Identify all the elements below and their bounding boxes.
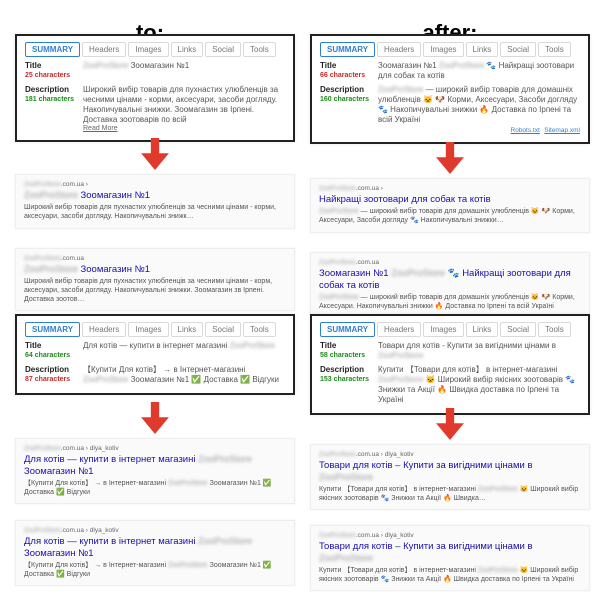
desc-value: Купити 【Товари для котів】 в інтернет-маг…	[378, 365, 580, 405]
tab-images[interactable]: Images	[423, 42, 463, 57]
serp-title[interactable]: Товари для котів – Купити за вигідними ц…	[319, 460, 581, 484]
serp-title[interactable]: ZooProStore Зоомагазин №1	[24, 264, 286, 276]
serp-desc: Широкий вибір товарів для пухнастих улюб…	[24, 278, 286, 304]
tab-images[interactable]: Images	[423, 322, 463, 337]
label-desc: Description	[25, 365, 69, 374]
serp-title[interactable]: Товари для котів – Купити за вигідними ц…	[319, 541, 581, 565]
label-title: Title	[320, 61, 336, 70]
tab-bar: SUMMARY Headers Images Links Social Tool…	[25, 322, 285, 337]
title-value: Для котів — купити в інтернет магазині Z…	[83, 341, 285, 361]
serp-desc: 【Купити Для котів】 → в Інтернет-магазині…	[24, 562, 286, 580]
serp-desc: ZooProStore — широкий вибір товарів для …	[319, 294, 581, 312]
serp-result: ZooProStore.com.ua › Найкращі зоотовари …	[310, 178, 590, 233]
tab-headers[interactable]: Headers	[377, 42, 421, 57]
tab-summary[interactable]: SUMMARY	[320, 322, 375, 337]
tab-bar: SUMMARY Headers Images Links Social Tool…	[320, 42, 580, 57]
tab-headers[interactable]: Headers	[377, 322, 421, 337]
summary-card: SUMMARY Headers Images Links Social Tool…	[310, 314, 590, 415]
serp-desc: 【Купити Для котів】 → в Інтернет-магазині…	[24, 480, 286, 498]
serp-desc: Купити 【Товари для котів】 в інтернет-маг…	[319, 486, 581, 504]
tab-tools[interactable]: Tools	[243, 42, 276, 57]
serp-crumb: ZooProStore.com.ua ›	[24, 181, 286, 189]
summary-card: SUMMARY Headers Images Links Social Tool…	[15, 314, 295, 395]
arrow-icon	[141, 138, 169, 170]
serp-crumb: ZooProStore.com.ua	[319, 259, 581, 267]
tab-social[interactable]: Social	[205, 42, 241, 57]
serp-desc: Широкий вибір товарів для пухнастих улюб…	[24, 204, 286, 222]
serp-result: ZooProStore.com.ua › ZooProStore Зоомага…	[15, 174, 295, 229]
link-sitemap[interactable]: Sitemap.xml	[544, 127, 580, 134]
tab-summary[interactable]: SUMMARY	[25, 322, 80, 337]
serp-title[interactable]: Для котів — купити в інтернет магазині Z…	[24, 536, 286, 560]
tab-bar: SUMMARY Headers Images Links Social Tool…	[320, 322, 580, 337]
serp-crumb: ZooProStore.com.ua	[24, 255, 286, 263]
serp-result: ZooProStore.com.ua Зоомагазин №1 ZooProS…	[310, 252, 590, 318]
tab-bar: SUMMARY Headers Images Links Social Tool…	[25, 42, 285, 57]
arrow-icon	[141, 402, 169, 434]
serp-result: ZooProStore.com.ua › dlya_kotiv Товари д…	[310, 444, 590, 510]
tab-summary[interactable]: SUMMARY	[320, 42, 375, 57]
serp-result: ZooProStore.com.ua ZooProStore Зоомагази…	[15, 248, 295, 311]
serp-crumb: ZooProStore.com.ua › dlya_kotiv	[24, 445, 286, 453]
desc-value: Широкий вибір товарів для пухнастих улюб…	[83, 85, 285, 125]
desc-char-count: 160 characters	[320, 96, 378, 105]
label-desc: Description	[320, 85, 364, 94]
title-char-count: 64 characters	[25, 352, 83, 361]
tab-links[interactable]: Links	[171, 42, 204, 57]
title-char-count: 25 characters	[25, 72, 83, 81]
serp-result: ZooProStore.com.ua › dlya_kotiv Для коті…	[15, 520, 295, 586]
summary-card: SUMMARY Headers Images Links Social Tool…	[310, 34, 590, 144]
tab-headers[interactable]: Headers	[82, 322, 126, 337]
tab-tools[interactable]: Tools	[538, 42, 571, 57]
title-value: Товари для котів - Купити за вигідними ц…	[378, 341, 580, 361]
title-value: Зоомагазин №1 ZooProStore 🐾 Найкращі зоо…	[378, 61, 580, 81]
serp-title[interactable]: Найкращі зоотовари для собак та котів	[319, 194, 581, 206]
tab-social[interactable]: Social	[500, 42, 536, 57]
label-desc: Description	[25, 85, 69, 94]
tab-social[interactable]: Social	[500, 322, 536, 337]
serp-crumb: ZooProStore.com.ua › dlya_kotiv	[319, 532, 581, 540]
label-title: Title	[320, 341, 336, 350]
serp-crumb: ZooProStore.com.ua ›	[319, 185, 581, 193]
serp-result: ZooProStore.com.ua › dlya_kotiv Для коті…	[15, 438, 295, 504]
label-desc: Description	[320, 365, 364, 374]
link-robots[interactable]: Robots.txt	[511, 127, 540, 134]
tab-images[interactable]: Images	[128, 42, 168, 57]
desc-char-count: 153 characters	[320, 376, 378, 385]
desc-value: 【Купити Для котів】 → в Інтернет-магазині…	[83, 365, 285, 385]
serp-result: ZooProStore.com.ua › dlya_kotiv Товари д…	[310, 525, 590, 591]
serp-title[interactable]: ZooProStore Зоомагазин №1	[24, 190, 286, 202]
tab-social[interactable]: Social	[205, 322, 241, 337]
desc-char-count: 87 characters	[25, 376, 83, 385]
read-more-link[interactable]: Read More	[25, 125, 285, 132]
serp-desc: Купити 【Товари для котів】 в інтернет-маг…	[319, 567, 581, 585]
tab-headers[interactable]: Headers	[82, 42, 126, 57]
label-title: Title	[25, 341, 41, 350]
serp-title[interactable]: Для котів — купити в інтернет магазині Z…	[24, 454, 286, 478]
tab-summary[interactable]: SUMMARY	[25, 42, 80, 57]
arrow-icon	[436, 142, 464, 174]
desc-value: ZooProStore — широкий вибір товарів для …	[378, 85, 580, 125]
serp-desc: ZooProStore — широкий вибір товарів для …	[319, 208, 581, 226]
serp-crumb: ZooProStore.com.ua › dlya_kotiv	[24, 527, 286, 535]
summary-card: SUMMARY Headers Images Links Social Tool…	[15, 34, 295, 142]
title-value: ZooProStore Зоомагазин №1	[83, 61, 285, 81]
tab-links[interactable]: Links	[171, 322, 204, 337]
arrow-icon	[436, 408, 464, 440]
tab-images[interactable]: Images	[128, 322, 168, 337]
tab-tools[interactable]: Tools	[538, 322, 571, 337]
title-char-count: 66 characters	[320, 72, 378, 81]
serp-crumb: ZooProStore.com.ua › dlya_kotiv	[319, 451, 581, 459]
title-char-count: 58 characters	[320, 352, 378, 361]
tab-tools[interactable]: Tools	[243, 322, 276, 337]
tab-links[interactable]: Links	[466, 322, 499, 337]
serp-title[interactable]: Зоомагазин №1 ZooProStore 🐾 Найкращі зоо…	[319, 268, 581, 292]
desc-char-count: 181 characters	[25, 96, 83, 105]
tab-links[interactable]: Links	[466, 42, 499, 57]
label-title: Title	[25, 61, 41, 70]
